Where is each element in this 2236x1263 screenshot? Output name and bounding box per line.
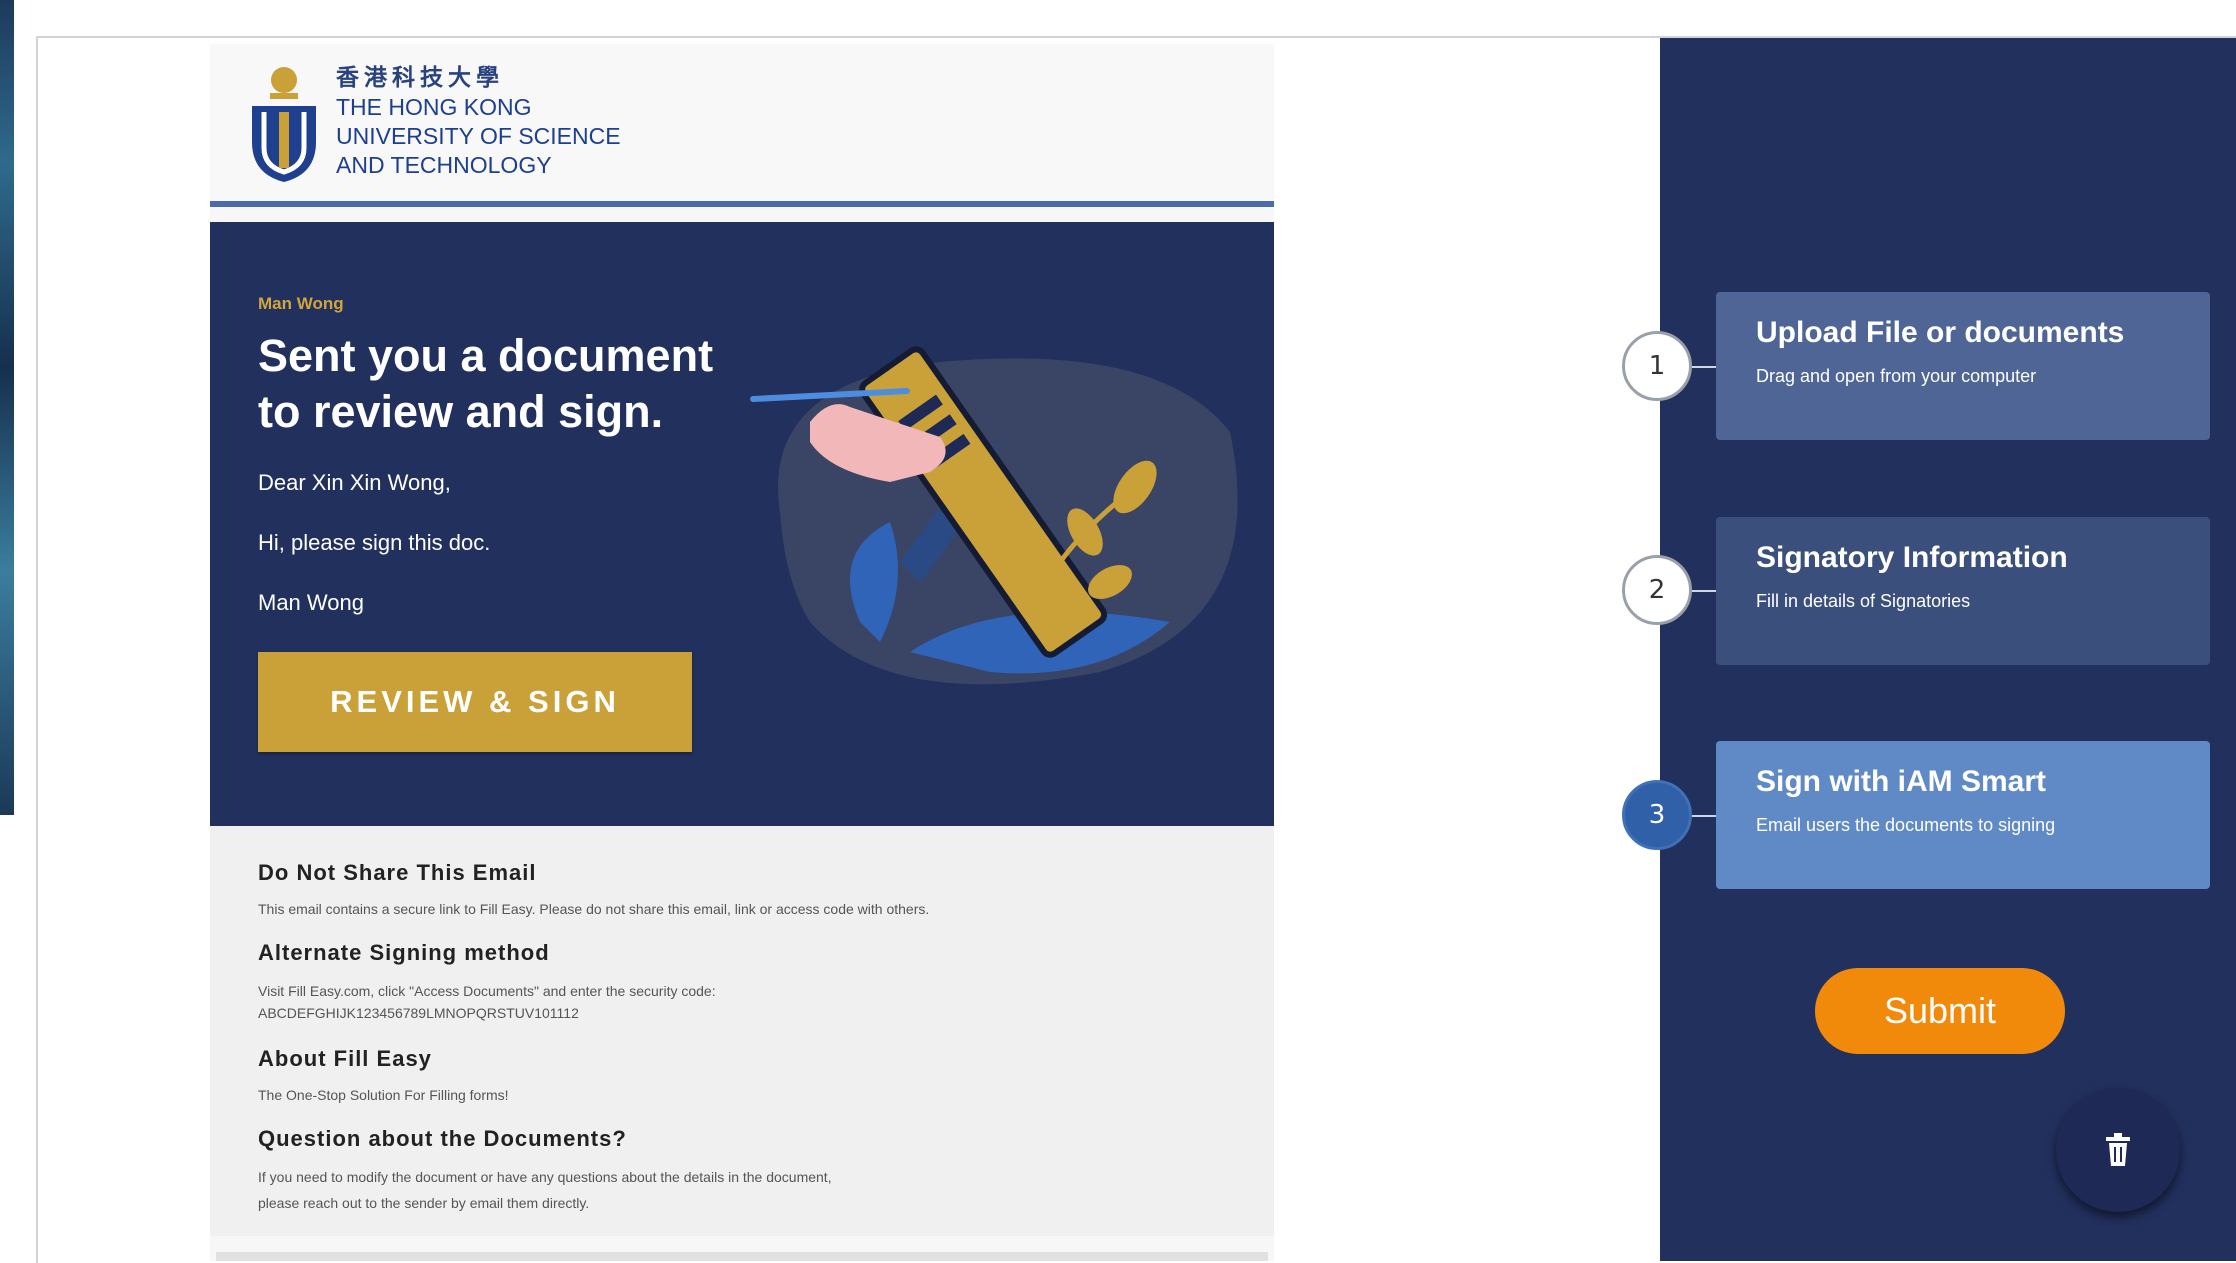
step-2-indicator: 2 (1622, 555, 1692, 625)
submit-button[interactable]: Submit (1815, 968, 2065, 1054)
info-text-questions-1: If you need to modify the document or ha… (258, 1169, 832, 1185)
info-text-about: The One-Stop Solution For Filling forms! (258, 1087, 509, 1103)
university-name: 香港科技大學 THE HONG KONG UNIVERSITY OF SCIEN… (336, 64, 621, 180)
step-title: Signatory Information (1756, 541, 2068, 574)
email-signature: Man Wong (258, 590, 364, 615)
info-heading-do-not-share: Do Not Share This Email (258, 860, 537, 885)
step-title: Sign with iAM Smart (1756, 765, 2047, 798)
step-3-indicator: 3 (1622, 780, 1692, 850)
university-name-line3: AND TECHNOLOGY (336, 152, 552, 178)
step-1-indicator: 1 (1622, 331, 1692, 401)
step-2-signatory-information[interactable]: Signatory Information Fill in details of… (1716, 517, 2210, 665)
info-heading-about: About Fill Easy (258, 1046, 432, 1071)
university-emblem-icon (252, 67, 316, 182)
step-1-upload-file[interactable]: Upload File or documents Drag and open f… (1716, 292, 2210, 440)
info-text-do-not-share: This email contains a secure link to Fil… (258, 901, 930, 917)
signing-illustration (750, 346, 1238, 685)
info-text-questions-2: please reach out to the sender by email … (258, 1195, 590, 1211)
delete-fab-button[interactable] (2056, 1088, 2180, 1212)
info-text-alternate-signing: Visit Fill Easy.com, click "Access Docum… (258, 983, 716, 999)
info-heading-alternate-signing: Alternate Signing method (258, 940, 550, 965)
step-3-sign-with-iam-smart[interactable]: Sign with iAM Smart Email users the docu… (1716, 741, 2210, 889)
email-info-section: Do Not Share This Email This email conta… (210, 826, 1274, 1236)
info-heading-questions: Question about the Documents? (258, 1126, 627, 1151)
university-name-chinese: 香港科技大學 (336, 65, 504, 91)
background-image-strip (0, 0, 14, 815)
university-name-line1: THE HONG KONG (336, 94, 532, 120)
university-name-line2: UNIVERSITY OF SCIENCE (336, 123, 621, 149)
email-preview: 香港科技大學 THE HONG KONG UNIVERSITY OF SCIEN… (210, 44, 1274, 1261)
step-subtitle: Drag and open from your computer (1756, 366, 2037, 386)
email-header: 香港科技大學 THE HONG KONG UNIVERSITY OF SCIEN… (210, 44, 1274, 202)
trash-icon (2106, 1133, 2130, 1166)
step-title: Upload File or documents (1756, 316, 2125, 349)
email-message: Hi, please sign this doc. (258, 530, 491, 555)
security-code: ABCDEFGHIJK123456789LMNOPQRSTUV101112 (258, 1005, 579, 1021)
step-subtitle: Fill in details of Signatories (1756, 591, 1971, 611)
email-headline: Sent you a document to review and sign. (258, 330, 714, 437)
step-subtitle: Email users the documents to signing (1756, 815, 2056, 835)
review-and-sign-button[interactable]: REVIEW & SIGN (258, 652, 692, 752)
sender-name: Man Wong (258, 294, 344, 313)
email-greeting: Dear Xin Xin Wong, (258, 470, 451, 495)
email-footer-bar (216, 1252, 1268, 1261)
header-divider (210, 201, 1274, 207)
email-hero: Man Wong Sent you a document to review a… (210, 222, 1274, 826)
